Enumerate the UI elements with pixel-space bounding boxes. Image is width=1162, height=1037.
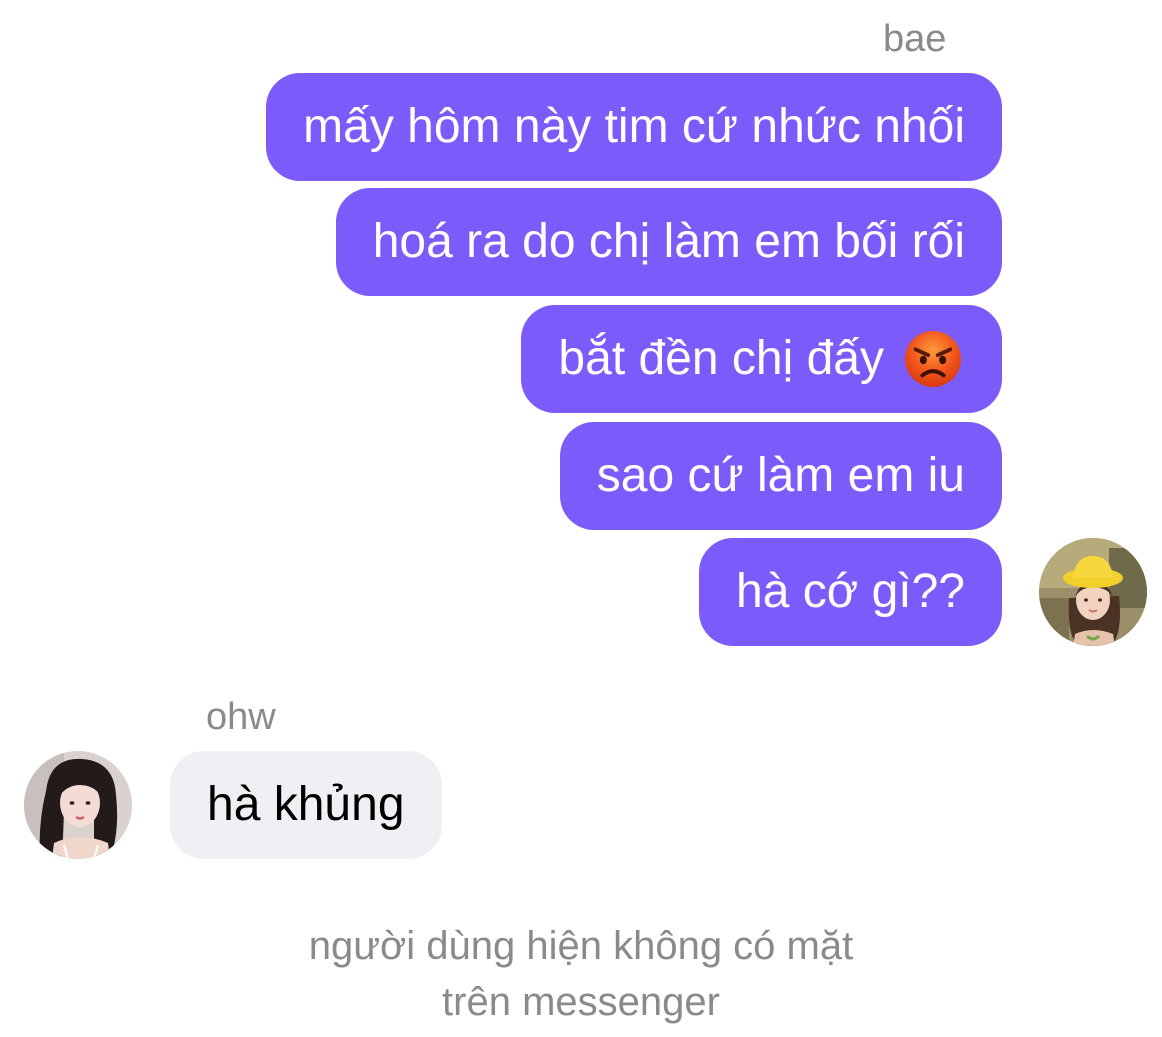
message-text: sao cứ làm em iu (596, 449, 965, 502)
message-text: hoá ra do chị làm em bối rối (372, 215, 965, 268)
message-bubble-outgoing[interactable]: hoá ra do chị làm em bối rối (335, 188, 1002, 296)
incoming-sender-name: ohw (206, 696, 276, 738)
angry-face-emoji (904, 330, 962, 388)
avatar-photo (24, 751, 132, 859)
status-line: trên messenger (442, 980, 720, 1024)
message-text: bắt đền chị đấy (558, 332, 884, 385)
incoming-sender-avatar[interactable] (24, 751, 132, 859)
message-bubble-outgoing[interactable]: mấy hôm này tim cứ nhức nhối (266, 73, 1002, 181)
message-bubble-outgoing[interactable]: hà cớ gì?? (699, 538, 1002, 646)
message-bubble-incoming[interactable]: hà khủng (170, 751, 442, 859)
message-text: hà cớ gì?? (736, 565, 965, 618)
outgoing-sender-name: bae (883, 18, 947, 60)
message-text: mấy hôm này tim cứ nhức nhối (303, 100, 965, 153)
avatar-photo (1039, 538, 1147, 646)
outgoing-sender-avatar[interactable] (1039, 538, 1147, 646)
message-text: hà khủng (207, 778, 405, 831)
status-line: người dùng hiện không có mặt (308, 924, 854, 968)
user-offline-notice: người dùng hiện không có mặt trên messen… (0, 918, 1162, 1030)
message-bubble-outgoing[interactable]: sao cứ làm em iu (559, 422, 1002, 530)
message-bubble-outgoing[interactable]: bắt đền chị đấy (521, 305, 1002, 413)
